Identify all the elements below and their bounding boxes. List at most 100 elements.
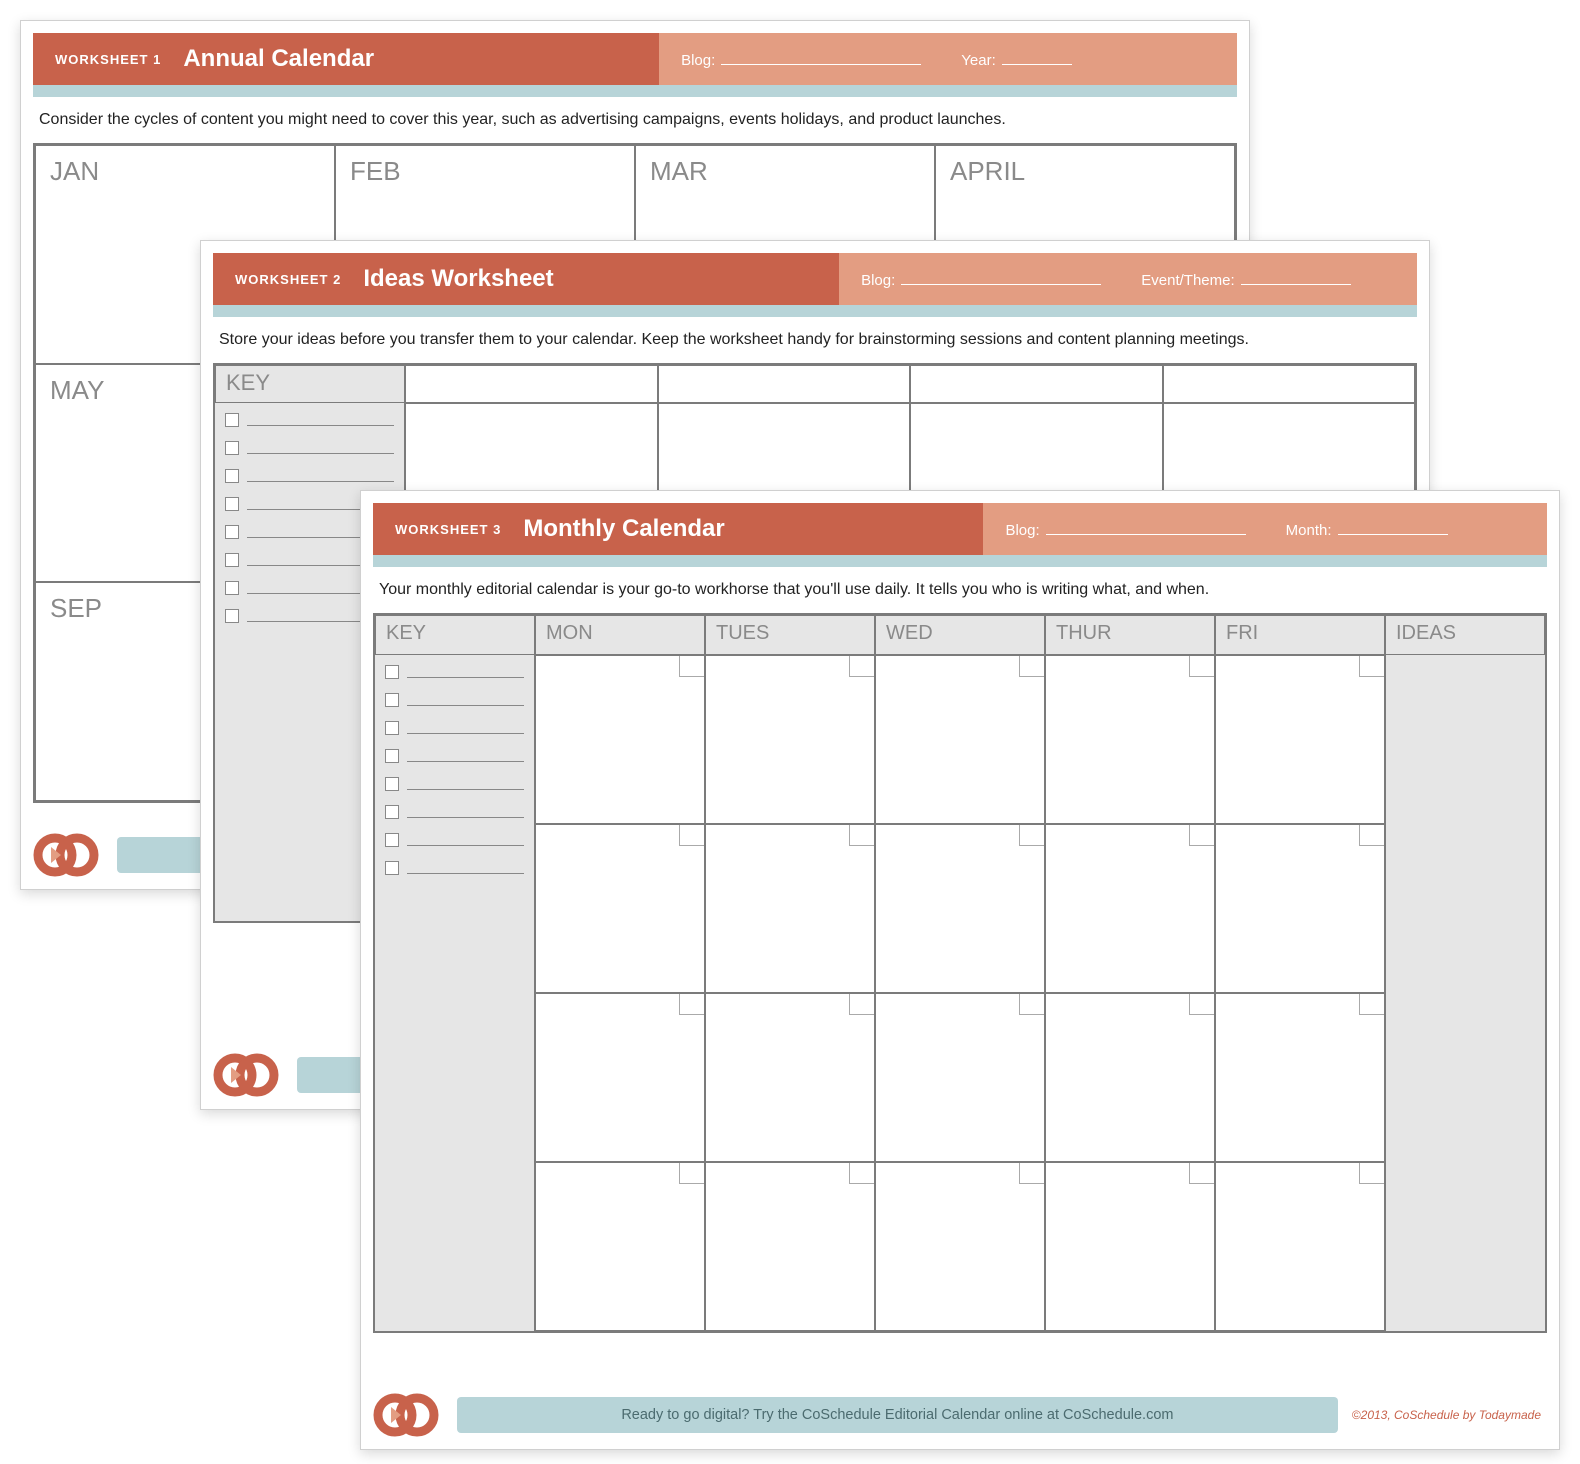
day-cell[interactable] [535, 824, 705, 993]
checkbox-icon[interactable] [385, 665, 399, 679]
col-header [1163, 365, 1416, 403]
day-header: TUES [705, 615, 875, 655]
key-item[interactable] [225, 413, 394, 427]
col-header [405, 365, 658, 403]
day-cell[interactable] [705, 993, 875, 1162]
key-item[interactable] [225, 441, 394, 455]
checkbox-icon[interactable] [385, 721, 399, 735]
checkbox-icon[interactable] [385, 693, 399, 707]
month-line[interactable] [1338, 520, 1448, 535]
checkbox-icon[interactable] [225, 413, 239, 427]
checkbox-icon[interactable] [385, 805, 399, 819]
event-label: Event/Theme: [1141, 272, 1234, 289]
key-item[interactable] [385, 665, 524, 679]
day-cell[interactable] [875, 1162, 1045, 1331]
key-item[interactable] [385, 693, 524, 707]
day-cell[interactable] [1215, 1162, 1385, 1331]
day-cell[interactable] [1215, 993, 1385, 1162]
day-cell[interactable] [1045, 655, 1215, 824]
monthly-grid: KEY MON TUES WED THUR FRI IDEAS [373, 613, 1547, 1333]
worksheet-label: WORKSHEET 3 [395, 522, 501, 537]
key-line[interactable] [407, 834, 524, 846]
key-item[interactable] [385, 833, 524, 847]
day-cell[interactable] [705, 1162, 875, 1331]
checkbox-icon[interactable] [225, 441, 239, 455]
key-item[interactable] [385, 805, 524, 819]
key-line[interactable] [407, 806, 524, 818]
header: WORKSHEET 3 Monthly Calendar Blog: Month… [373, 503, 1547, 555]
key-header: KEY [215, 365, 405, 403]
day-cell[interactable] [535, 1162, 705, 1331]
key-line[interactable] [247, 414, 394, 426]
day-header: WED [875, 615, 1045, 655]
key-item[interactable] [385, 777, 524, 791]
year-field: Year: [961, 50, 1071, 69]
coschedule-logo-icon [373, 1393, 443, 1437]
blog-label: Blog: [681, 52, 715, 69]
checkbox-icon[interactable] [225, 581, 239, 595]
key-line[interactable] [247, 470, 394, 482]
month-label: Month: [1286, 522, 1332, 539]
key-item[interactable] [385, 861, 524, 875]
day-cell[interactable] [1215, 824, 1385, 993]
header-left: WORKSHEET 3 Monthly Calendar [373, 503, 983, 555]
day-cell[interactable] [705, 824, 875, 993]
ideas-header: IDEAS [1385, 615, 1545, 655]
header: WORKSHEET 1 Annual Calendar Blog: Year: [33, 33, 1237, 85]
instruction-text: Store your ideas before you transfer the… [213, 317, 1417, 363]
checkbox-icon[interactable] [385, 777, 399, 791]
worksheet-3-monthly: WORKSHEET 3 Monthly Calendar Blog: Month… [360, 490, 1560, 1450]
worksheet-title: Ideas Worksheet [363, 265, 553, 293]
blog-line[interactable] [721, 50, 921, 65]
key-line[interactable] [407, 778, 524, 790]
ideas-column[interactable] [1385, 655, 1545, 1331]
day-cell[interactable] [1045, 993, 1215, 1162]
footer-bar: Ready to go digital? Try the CoSchedule … [457, 1397, 1338, 1433]
key-line[interactable] [407, 722, 524, 734]
checkbox-icon[interactable] [225, 497, 239, 511]
col-header [658, 365, 911, 403]
key-item[interactable] [385, 749, 524, 763]
checkbox-icon[interactable] [385, 833, 399, 847]
worksheet-title: Monthly Calendar [523, 515, 724, 543]
day-cell[interactable] [535, 993, 705, 1162]
day-cell[interactable] [1215, 655, 1385, 824]
day-cell[interactable] [1045, 1162, 1215, 1331]
checkbox-icon[interactable] [225, 525, 239, 539]
key-line[interactable] [407, 694, 524, 706]
checkbox-icon[interactable] [225, 553, 239, 567]
key-header: KEY [375, 615, 535, 655]
day-cell[interactable] [875, 655, 1045, 824]
header-left: WORKSHEET 2 Ideas Worksheet [213, 253, 839, 305]
checkbox-icon[interactable] [225, 469, 239, 483]
key-item[interactable] [385, 721, 524, 735]
blog-field: Blog: [681, 50, 921, 69]
worksheet-title: Annual Calendar [183, 45, 374, 73]
key-line[interactable] [407, 666, 524, 678]
blog-label: Blog: [861, 272, 895, 289]
day-cell[interactable] [875, 993, 1045, 1162]
blog-line[interactable] [901, 270, 1101, 285]
day-cell[interactable] [1045, 824, 1215, 993]
worksheet-label: WORKSHEET 2 [235, 272, 341, 287]
header: WORKSHEET 2 Ideas Worksheet Blog: Event/… [213, 253, 1417, 305]
year-line[interactable] [1002, 50, 1072, 65]
header-right: Blog: Month: [983, 503, 1547, 555]
checkbox-icon[interactable] [385, 861, 399, 875]
teal-bar [213, 305, 1417, 317]
coschedule-logo-icon [33, 833, 103, 877]
blog-field: Blog: [861, 270, 1101, 289]
day-cell[interactable] [705, 655, 875, 824]
checkbox-icon[interactable] [385, 749, 399, 763]
key-item[interactable] [225, 469, 394, 483]
month-field: Month: [1286, 520, 1448, 539]
event-line[interactable] [1241, 270, 1351, 285]
key-line[interactable] [247, 442, 394, 454]
key-line[interactable] [407, 750, 524, 762]
day-cell[interactable] [535, 655, 705, 824]
col-header [910, 365, 1163, 403]
blog-line[interactable] [1046, 520, 1246, 535]
checkbox-icon[interactable] [225, 609, 239, 623]
day-cell[interactable] [875, 824, 1045, 993]
key-line[interactable] [407, 862, 524, 874]
